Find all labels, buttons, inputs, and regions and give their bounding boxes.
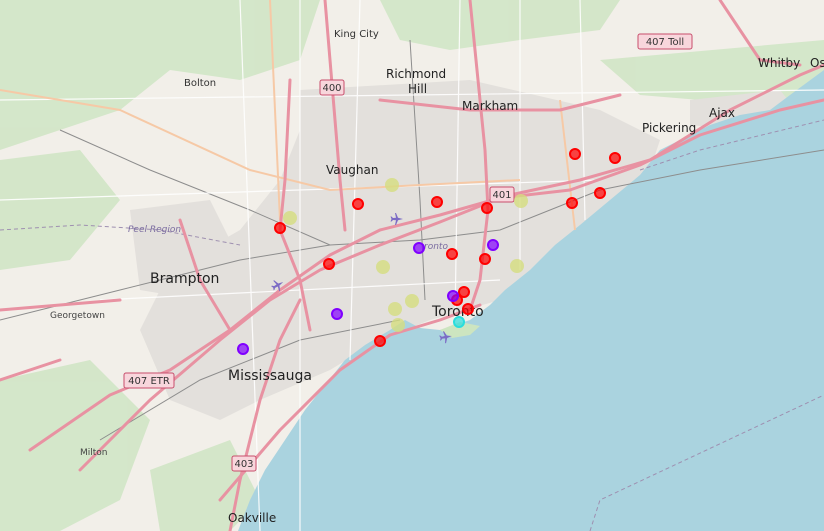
cluster-marker-red[interactable] [594, 187, 606, 199]
place-markham: Markham [462, 99, 518, 113]
cluster-marker-purple[interactable] [331, 308, 343, 320]
cluster-marker-khaki[interactable] [376, 260, 390, 274]
shield-400: 400 [319, 79, 345, 96]
richmond-hill-label: Richmond [386, 67, 446, 81]
cluster-marker-purple[interactable] [413, 242, 425, 254]
place-georgetown: Georgetown [50, 311, 105, 321]
cluster-marker-khaki[interactable] [391, 318, 405, 332]
cluster-marker-red[interactable] [374, 335, 386, 347]
cluster-marker-red[interactable] [431, 196, 443, 208]
place-oakville: Oakville [228, 511, 276, 525]
place-king-city: King City [334, 29, 379, 40]
cluster-marker-khaki[interactable] [283, 211, 297, 225]
richmond-hill-label-line2: Hill [408, 82, 427, 96]
map-canvas[interactable]: King City Bolton Richmond Hill Markham W… [0, 0, 824, 531]
place-whitby: Whitby [758, 56, 800, 70]
cluster-marker-khaki[interactable] [405, 294, 419, 308]
place-ajax: Ajax [709, 106, 735, 120]
place-vaughan: Vaughan [326, 163, 378, 177]
cluster-marker-red[interactable] [569, 148, 581, 160]
cluster-marker-purple[interactable] [447, 290, 459, 302]
shield-407-etr: 407 ETR [123, 372, 175, 389]
svg-text:407 ETR: 407 ETR [128, 376, 170, 387]
map-view[interactable]: King City Bolton Richmond Hill Markham W… [0, 0, 824, 531]
place-milton: Milton [80, 448, 108, 458]
cluster-marker-khaki[interactable] [514, 194, 528, 208]
place-oshawa: Os [810, 56, 824, 70]
svg-text:400: 400 [322, 83, 341, 94]
cluster-marker-red[interactable] [609, 152, 621, 164]
cluster-marker-red[interactable] [479, 253, 491, 265]
cluster-marker-red[interactable] [462, 303, 474, 315]
place-pickering: Pickering [642, 121, 696, 135]
cluster-marker-khaki[interactable] [510, 259, 524, 273]
region-label: Peel Region [128, 225, 181, 235]
shield-401: 401 [489, 186, 515, 203]
place-bolton: Bolton [184, 78, 216, 89]
svg-text:401: 401 [492, 190, 511, 201]
place-mississauga: Mississauga [228, 368, 312, 384]
cluster-marker-purple[interactable] [237, 343, 249, 355]
cluster-marker-red[interactable] [481, 202, 493, 214]
shield-407-toll: 407 Toll [637, 33, 693, 50]
cluster-marker-khaki[interactable] [385, 178, 399, 192]
cluster-marker-red[interactable] [352, 198, 364, 210]
svg-text:407 Toll: 407 Toll [646, 37, 684, 48]
cluster-marker-khaki[interactable] [388, 302, 402, 316]
cluster-marker-cyan[interactable] [453, 316, 465, 328]
cluster-marker-red[interactable] [274, 222, 286, 234]
cluster-marker-red[interactable] [566, 197, 578, 209]
cluster-marker-red[interactable] [446, 248, 458, 260]
shield-403: 403 [231, 455, 257, 472]
cluster-marker-purple[interactable] [487, 239, 499, 251]
place-toronto-district: ronto [424, 242, 448, 252]
place-brampton: Brampton [150, 271, 219, 287]
cluster-marker-red[interactable] [323, 258, 335, 270]
svg-text:403: 403 [234, 459, 253, 470]
